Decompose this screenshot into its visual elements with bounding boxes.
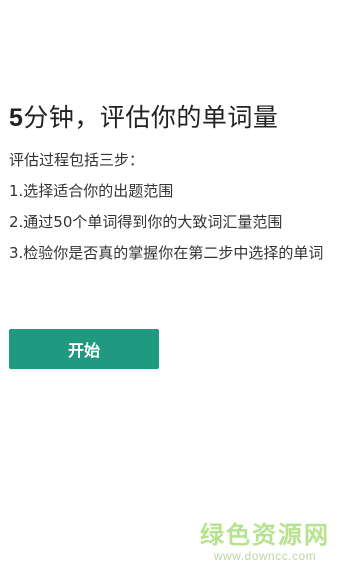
step-item-3: 3.检验你是否真的掌握你在第二步中选择的单词 xyxy=(9,244,324,262)
intro-text: 评估过程包括三步： xyxy=(9,151,145,169)
step-item-2: 2.通过50个单词得到你的大致词汇量范围 xyxy=(9,213,283,231)
title-text: 分钟，评估你的单词量 xyxy=(23,103,279,132)
step-item-1: 1.选择适合你的出题范围 xyxy=(9,182,174,200)
title-number: 5 xyxy=(9,104,24,132)
watermark-logo-text: 绿色资源网 xyxy=(200,521,330,549)
page-title: 5分钟，评估你的单词量 xyxy=(9,98,278,134)
start-button-label: 开始 xyxy=(67,341,100,360)
start-button[interactable]: 开始 xyxy=(9,329,159,369)
watermark: 绿色资源网 www.downcc.com xyxy=(200,521,330,563)
watermark-url: www.downcc.com xyxy=(213,549,317,563)
